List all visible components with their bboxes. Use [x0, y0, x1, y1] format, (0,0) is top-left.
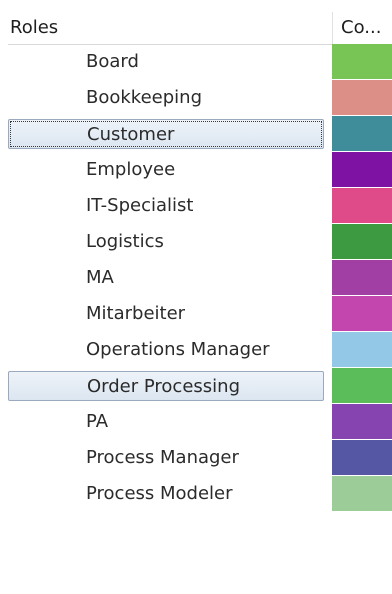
role-color-swatch [332, 440, 392, 476]
role-label: Process Manager [86, 447, 239, 468]
list-header: Roles Co... [8, 12, 392, 45]
role-row-it-specialist[interactable]: IT-Specialist [8, 188, 392, 224]
role-color-swatch [332, 368, 392, 404]
role-row-ma[interactable]: MA [8, 260, 392, 296]
roles-list: Roles Co... Board Bookkeeping Customer E… [0, 0, 392, 594]
role-label: Mitarbeiter [86, 303, 186, 324]
role-row-logistics[interactable]: Logistics [8, 224, 392, 260]
role-rows: Board Bookkeeping Customer Employee IT-S… [8, 44, 392, 512]
role-color-swatch [332, 332, 392, 368]
role-color-swatch [332, 116, 392, 152]
role-color-swatch [332, 152, 392, 188]
role-color-swatch [332, 476, 392, 512]
role-label: Board [86, 51, 139, 72]
role-color-swatch [332, 188, 392, 224]
role-label: Bookkeeping [86, 87, 202, 108]
role-row-operations-manager[interactable]: Operations Manager [8, 332, 392, 368]
role-row-process-modeler[interactable]: Process Modeler [8, 476, 392, 512]
role-row-order-processing[interactable]: Order Processing [8, 368, 392, 404]
role-row-pa[interactable]: PA [8, 404, 392, 440]
column-header-roles[interactable]: Roles [8, 12, 332, 44]
role-row-bookkeeping[interactable]: Bookkeeping [8, 80, 392, 116]
role-label: Customer [8, 119, 324, 149]
role-color-swatch [332, 44, 392, 80]
role-row-process-manager[interactable]: Process Manager [8, 440, 392, 476]
role-row-customer[interactable]: Customer [8, 116, 392, 152]
role-label: Logistics [86, 231, 164, 252]
role-color-swatch [332, 404, 392, 440]
role-color-swatch [332, 224, 392, 260]
role-color-swatch [332, 260, 392, 296]
role-color-swatch [332, 296, 392, 332]
role-label: Order Processing [8, 371, 324, 401]
role-label: Process Modeler [86, 483, 233, 504]
role-label: MA [86, 267, 114, 288]
role-row-employee[interactable]: Employee [8, 152, 392, 188]
role-row-mitarbeiter[interactable]: Mitarbeiter [8, 296, 392, 332]
column-header-color[interactable]: Co... [332, 12, 392, 44]
role-label: PA [86, 411, 109, 432]
role-color-swatch [332, 80, 392, 116]
role-row-board[interactable]: Board [8, 44, 392, 80]
role-label: IT-Specialist [86, 195, 194, 216]
role-label: Operations Manager [86, 339, 270, 360]
role-label: Employee [86, 159, 176, 180]
